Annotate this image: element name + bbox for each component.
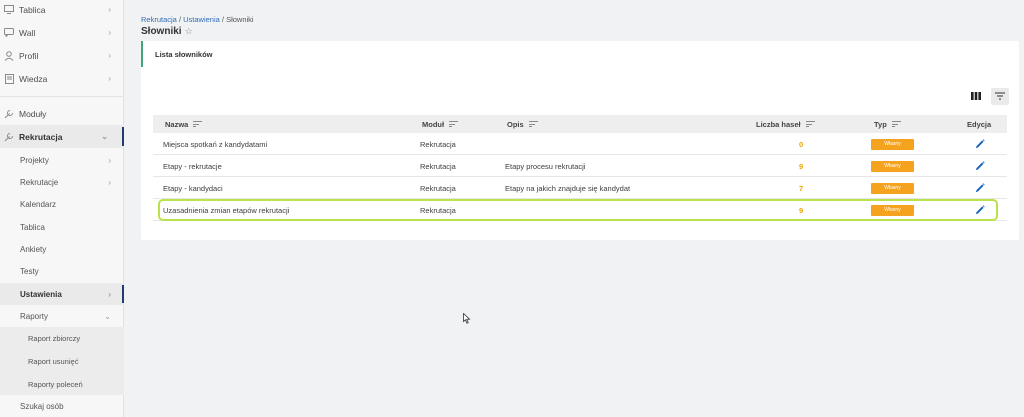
sidebar-subitem-raporty-polecen[interactable]: Raporty poleceń [0,373,124,395]
sort-icon [449,121,459,127]
sidebar-subitem-ankiety[interactable]: Ankiety [0,238,124,260]
wrench-icon [4,132,14,142]
filter-button[interactable] [991,88,1009,105]
book-icon [4,73,14,84]
sidebar-item-wiedza[interactable]: Wiedza › [0,67,124,90]
table-row: Miejsca spotkań z kandydatami Rekrutacja… [153,133,1007,155]
dictionary-table: Nazwa Moduł Opis Liczba haseł Typ Edycja [153,115,1007,221]
monitor-icon [4,5,14,15]
pencil-icon [976,139,985,148]
cell-description: Etapy na jakich znajduje się kandydat [505,183,631,193]
sidebar-item-wall[interactable]: Wall › [0,21,124,44]
cell-name: Etapy - rekrutacje [163,161,222,171]
sidebar-subitem-szukaj-osob[interactable]: Szukaj osób [0,395,124,417]
chevron-right-icon: › [108,74,111,83]
sidebar-subitem-testy[interactable]: Testy [0,260,124,282]
cell-count: 7 [799,183,804,193]
cell-count: 9 [799,161,804,171]
cell-type: Własny [871,199,914,221]
wrench-icon [4,109,14,119]
chevron-down-icon: ⌄ [104,311,111,321]
chevron-right-icon: › [108,51,111,60]
type-badge: Własny [871,138,914,150]
type-badge: Własny [871,160,914,172]
table-row: Etapy - rekrutacje Rekrutacja Etapy proc… [153,155,1007,177]
chevron-down-icon: ⌄ [101,132,108,141]
column-header-name[interactable]: Nazwa [165,115,203,133]
dictionary-panel: Lista słowników Nazwa Moduł Opis Liczba … [141,41,1019,240]
sidebar-item-moduly[interactable]: Moduły [0,102,124,125]
columns-icon [971,91,981,102]
cell-name: Etapy - kandydaci [163,183,223,193]
page-title: Słowniki [141,26,182,37]
user-icon [4,50,14,61]
cell-description: Etapy procesu rekrutacji [505,161,586,171]
sort-icon [891,121,901,127]
edit-button[interactable] [975,155,985,177]
cell-name: Uzasadnienia zmian etapów rekrutacji [163,205,290,215]
table-row: Uzasadnienia zmian etapów rekrutacji Rek… [153,199,1007,221]
pencil-icon [976,205,985,214]
column-header-count[interactable]: Liczba haseł [756,115,815,133]
page-title-row: Słowniki ☆ [141,26,193,37]
column-header-type[interactable]: Typ [874,115,901,133]
cell-count: 0 [799,139,804,149]
breadcrumb: Rekrutacja / Ustawienia / Słowniki [141,15,254,24]
column-header-description[interactable]: Opis [507,115,538,133]
breadcrumb-link-rekrutacja[interactable]: Rekrutacja [141,15,177,24]
edit-button[interactable] [975,199,985,221]
pencil-icon [976,161,985,170]
columns-button[interactable] [967,88,985,105]
column-header-edit: Edycja [967,119,992,129]
edit-button[interactable] [975,177,985,199]
chevron-right-icon: › [108,155,111,165]
cell-type: Własny [871,177,914,199]
star-icon[interactable]: ☆ [185,26,193,37]
sidebar-subitem-tablica[interactable]: Tablica [0,216,124,238]
sidebar-subitem-ustawienia[interactable]: Ustawienia › [0,283,124,305]
chat-icon [4,28,14,38]
pencil-icon [976,183,985,192]
breadcrumb-link-ustawienia[interactable]: Ustawienia [183,15,220,24]
table-row: Etapy - kandydaci Rekrutacja Etapy na ja… [153,177,1007,199]
sort-icon [805,121,815,127]
breadcrumb-current: Słowniki [226,15,254,24]
panel-title: Lista słowników [155,49,213,59]
sidebar-subitem-raporty[interactable]: Raporty ⌄ [0,305,124,327]
chevron-right-icon: › [108,28,111,37]
column-header-module[interactable]: Moduł [422,115,459,133]
cell-module: Rekrutacja [420,205,456,215]
sort-icon [193,121,203,127]
sidebar-subitem-raport-zbiorczy[interactable]: Raport zbiorczy [0,327,124,350]
sidebar-item-tablica[interactable]: Tablica › [0,0,124,21]
type-badge: Własny [871,204,914,216]
sidebar-divider [0,96,124,97]
mouse-cursor-icon [463,312,471,326]
cell-type: Własny [871,155,914,177]
sidebar: Tablica › Wall › Profil › Wiedza › Moduł… [0,0,124,417]
cell-module: Rekrutacja [420,139,456,149]
edit-button[interactable] [975,133,985,155]
cell-name: Miejsca spotkań z kandydatami [163,139,268,149]
chevron-right-icon: › [108,289,111,299]
filter-icon [995,91,1005,102]
sidebar-subitem-rekrutacje[interactable]: Rekrutacje › [0,171,124,193]
sidebar-item-profil[interactable]: Profil › [0,44,124,67]
panel-header: Lista słowników [141,41,1019,67]
type-badge: Własny [871,182,914,194]
chevron-right-icon: › [108,177,111,187]
cell-type: Własny [871,133,914,155]
sidebar-subitem-projekty[interactable]: Projekty › [0,149,124,171]
cell-count: 9 [799,205,804,215]
chevron-right-icon: › [108,5,111,14]
cell-module: Rekrutacja [420,161,456,171]
table-header: Nazwa Moduł Opis Liczba haseł Typ Edycja [153,115,1007,133]
sidebar-item-rekrutacja[interactable]: Rekrutacja ⌄ [0,125,124,148]
sidebar-subitem-kalendarz[interactable]: Kalendarz [0,193,124,215]
sort-icon [528,121,538,127]
sidebar-subitem-raport-usuniec[interactable]: Raport usunięć [0,350,124,373]
cell-module: Rekrutacja [420,183,456,193]
